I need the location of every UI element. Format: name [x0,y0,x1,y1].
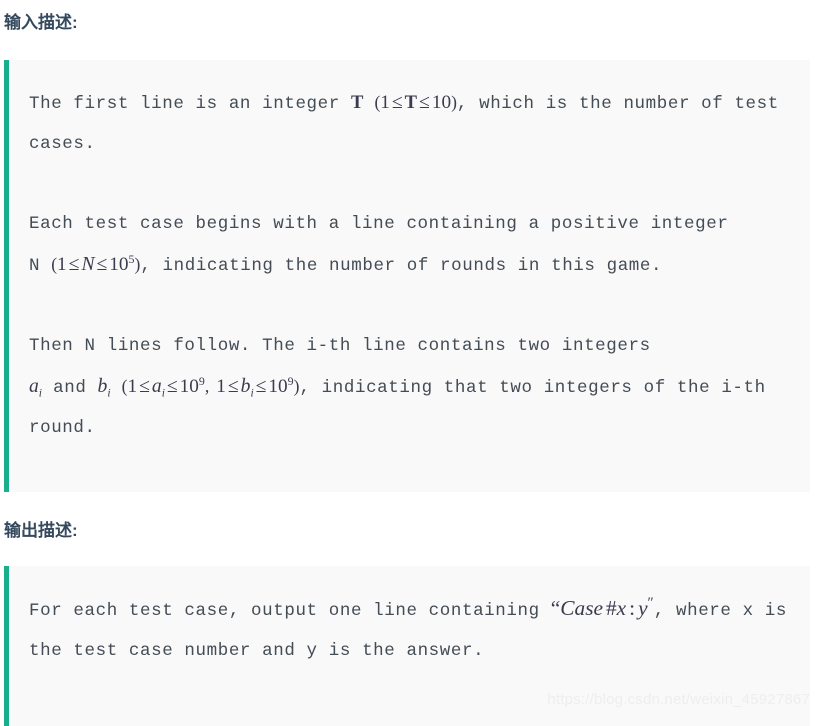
input-description-box: The first line is an integer T (1 ≤ T ≤10),… [4,60,810,492]
math-b-sub-i: bi [97,376,111,400]
math-a-sub-i: ai [29,376,43,400]
input-p2-line3-text: in this game. [517,256,663,276]
math-N-range: (1 ≤ N ≤105) [51,252,141,275]
math-case-format: “Case #x: y″ [550,594,654,620]
input-paragraph-2: Each test case begins with a line contai… [29,204,798,286]
math-T-range: (1 ≤ T ≤10) [374,92,457,113]
input-p2-lead-text: Each test case begins with a line contai… [29,214,640,234]
input-p3-tail-text: , indicating that two [299,378,533,398]
problem-statement-page: 输入描述: The first line is an integer T (1 ≤… [0,0,818,726]
input-paragraph-3: Then N lines follow. The i-th line conta… [29,326,798,448]
input-p3-lead-text: Then N lines follow. The i-th line conta… [29,336,651,356]
input-p1-lead-text: The first line is an integer [29,94,340,114]
output-description-heading: 输出描述: [4,521,78,540]
output-lead-text: For each test case, output one line cont… [29,601,540,621]
input-p2-tail-text: , indicating the number of rounds [140,256,507,276]
math-T-bold: T [350,92,364,113]
csdn-watermark: https://blog.csdn.net/weixin_45927867 [547,691,810,708]
input-p3-and-text: and [53,378,87,398]
math-ab-range: (1 ≤ ai ≤109, 1 ≤ bi ≤109) [121,374,300,400]
input-p1-tail-text: , which is the [456,94,613,114]
output-line3-text: the answer. [362,641,485,661]
input-description-heading: 输入描述: [4,13,78,32]
output-paragraph: For each test case, output one line cont… [29,588,798,671]
input-paragraph-1: The first line is an integer T (1 ≤ T ≤10),… [29,82,798,164]
